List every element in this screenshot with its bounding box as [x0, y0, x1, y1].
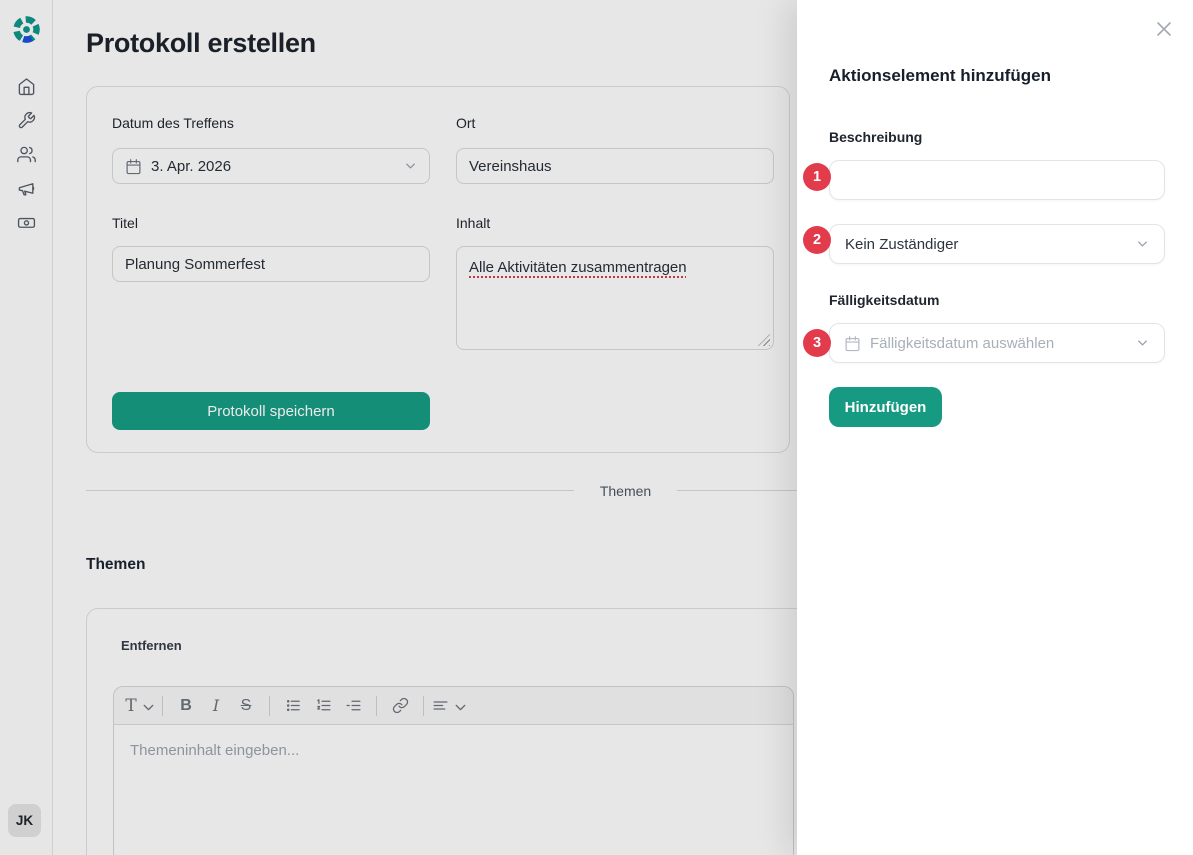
assignee-select[interactable]: Kein Zuständiger: [829, 224, 1165, 264]
assignee-value: Kein Zuständiger: [830, 236, 958, 253]
chevron-down-icon: [1135, 237, 1150, 252]
close-icon[interactable]: [1155, 20, 1173, 38]
description-input[interactable]: [829, 160, 1165, 200]
add-action-item-drawer: Aktionselement hinzufügen Beschreibung K…: [797, 0, 1193, 855]
due-date-label: Fälligkeitsdatum: [829, 292, 939, 308]
add-action-item-button[interactable]: Hinzufügen: [829, 387, 942, 427]
chevron-down-icon: [1135, 336, 1150, 351]
modal-dim-overlay[interactable]: [0, 0, 797, 855]
step-badge-2: 2: [803, 226, 831, 254]
drawer-title: Aktionselement hinzufügen: [829, 66, 1051, 86]
due-date-placeholder: Fälligkeitsdatum auswählen: [870, 335, 1054, 352]
app-window: JK Protokoll erstellen Datum des Treffen…: [0, 0, 1193, 855]
calendar-icon: [844, 335, 861, 352]
step-badge-3: 3: [803, 329, 831, 357]
step-badge-1: 1: [803, 163, 831, 191]
description-label: Beschreibung: [829, 129, 922, 145]
due-date-select[interactable]: Fälligkeitsdatum auswählen: [829, 323, 1165, 363]
